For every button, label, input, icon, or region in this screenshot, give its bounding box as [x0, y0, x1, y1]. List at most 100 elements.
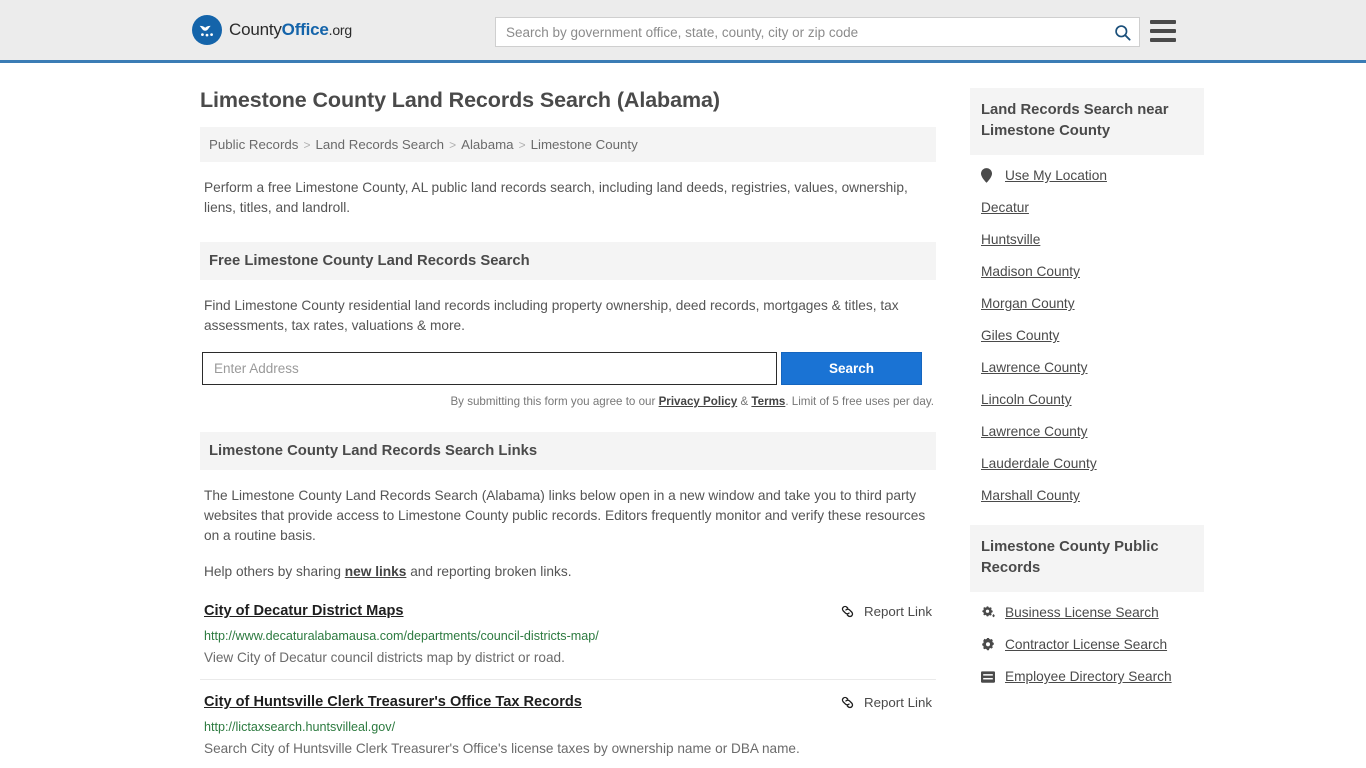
note-amp: &	[737, 395, 752, 408]
form-legal-note: By submitting this form you agree to our…	[200, 395, 936, 408]
sidebar-link-label[interactable]: Lincoln County	[981, 392, 1072, 407]
breadcrumb-item-alabama[interactable]: Alabama	[461, 137, 513, 152]
breadcrumb: Public Records > Land Records Search > Alaba…	[200, 127, 936, 162]
sidebar-item-lawrence-county-2[interactable]: Lawrence County	[981, 411, 1193, 443]
link-row: City of Decatur District Maps Report Lin…	[204, 602, 932, 621]
sidebar-item-decatur[interactable]: Decatur	[981, 187, 1193, 219]
terms-link[interactable]: Terms	[751, 395, 785, 408]
list-item: City of Huntsville Clerk Treasurer's Off…	[200, 679, 936, 768]
address-input[interactable]	[202, 352, 777, 385]
site-header: CountyOffice.org	[0, 0, 1366, 63]
eagle-shield-icon	[192, 15, 222, 45]
address-search-form: Search	[200, 352, 936, 385]
search-input[interactable]	[496, 18, 1105, 46]
new-links-link[interactable]: new links	[345, 564, 407, 579]
main-content-column: Limestone County Land Records Search (Al…	[200, 63, 936, 768]
note-prefix: By submitting this form you agree to our	[450, 395, 659, 408]
hamburger-menu-icon[interactable]	[1150, 20, 1176, 42]
free-search-description-wrap: Find Limestone County residential land r…	[200, 296, 936, 336]
sidebar-link-label[interactable]: Huntsville	[981, 232, 1040, 247]
resource-link-title[interactable]: City of Decatur District Maps	[204, 602, 404, 621]
sidebar-item-use-my-location[interactable]: Use My Location	[981, 155, 1193, 187]
logo-word-county: County	[229, 20, 282, 39]
sidebar-item-lincoln-county[interactable]: Lincoln County	[981, 379, 1193, 411]
sidebar-item-giles-county[interactable]: Giles County	[981, 315, 1193, 347]
page-body: Limestone County Land Records Search (Al…	[0, 63, 1366, 768]
links-section-paragraph: The Limestone County Land Records Search…	[204, 488, 926, 543]
logo-word-office: Office	[281, 20, 329, 39]
resource-link-description: View City of Decatur council districts m…	[204, 650, 565, 665]
broken-link-icon	[841, 696, 854, 709]
sidebar-link-label[interactable]: Lawrence County	[981, 360, 1088, 375]
hamburger-bar	[1150, 38, 1176, 42]
links-section-help: Help others by sharing new links and rep…	[204, 562, 932, 582]
link-row: City of Huntsville Clerk Treasurer's Off…	[204, 693, 932, 712]
sidebar-nearby-heading: Land Records Search near Limestone Count…	[970, 88, 1204, 155]
help-suffix: and reporting broken links.	[406, 564, 572, 579]
sidebar-nearby-list: Use My Location Decatur Huntsville Madis…	[970, 155, 1204, 507]
sidebar-public-records-list: Business License Search Contractor Licen…	[970, 592, 1204, 688]
sidebar-item-lauderdale-county[interactable]: Lauderdale County	[981, 443, 1193, 475]
site-logo[interactable]: CountyOffice.org	[192, 15, 352, 45]
broken-link-icon	[841, 605, 854, 618]
breadcrumb-separator: >	[449, 138, 457, 152]
report-link-label: Report Link	[864, 604, 932, 619]
logo-word-org: .org	[328, 22, 353, 38]
sidebar-link-label[interactable]: Use My Location	[1005, 168, 1107, 183]
sidebar-item-contractor-license-search[interactable]: Contractor License Search	[981, 624, 1193, 656]
note-suffix: . Limit of 5 free uses per day.	[785, 395, 934, 408]
resource-link-list: City of Decatur District Maps Report Lin…	[200, 592, 936, 768]
gear-icon	[981, 637, 996, 652]
site-logo-text: CountyOffice.org	[229, 20, 352, 40]
sidebar-item-business-license-search[interactable]: Business License Search	[981, 592, 1193, 624]
links-section-intro: The Limestone County Land Records Search…	[200, 486, 936, 582]
sidebar-link-label[interactable]: Employee Directory Search	[1005, 669, 1172, 684]
sidebar-public-records-heading: Limestone County Public Records	[970, 525, 1204, 592]
report-link-button[interactable]: Report Link	[839, 602, 932, 620]
sidebar-link-label[interactable]: Business License Search	[1005, 605, 1159, 620]
sidebar-item-huntsville[interactable]: Huntsville	[981, 219, 1193, 251]
sidebar-item-morgan-county[interactable]: Morgan County	[981, 283, 1193, 315]
address-search-button[interactable]: Search	[781, 352, 922, 385]
resource-link-url[interactable]: http://lictaxsearch.huntsvilleal.gov/	[204, 719, 932, 735]
breadcrumb-item-public-records[interactable]: Public Records	[209, 137, 298, 152]
page-intro-text: Perform a free Limestone County, AL publ…	[204, 180, 908, 215]
search-icon	[1114, 24, 1131, 41]
page-title: Limestone County Land Records Search (Al…	[200, 88, 720, 112]
sidebar-link-label[interactable]: Decatur	[981, 200, 1029, 215]
breadcrumb-separator: >	[518, 138, 526, 152]
sidebar-item-lawrence-county[interactable]: Lawrence County	[981, 347, 1193, 379]
map-pin-icon	[981, 168, 996, 183]
report-link-label: Report Link	[864, 695, 932, 710]
hamburger-bar	[1150, 29, 1176, 33]
sidebar-item-employee-directory-search[interactable]: Employee Directory Search	[981, 656, 1193, 688]
resource-link-description: Search City of Huntsville Clerk Treasure…	[204, 741, 800, 756]
sidebar-link-label[interactable]: Lawrence County	[981, 424, 1088, 439]
hamburger-bar	[1150, 20, 1176, 24]
breadcrumb-item-land-records-search[interactable]: Land Records Search	[315, 137, 444, 152]
breadcrumb-separator: >	[303, 138, 311, 152]
free-search-description: Find Limestone County residential land r…	[204, 298, 899, 333]
sidebar-link-label[interactable]: Giles County	[981, 328, 1059, 343]
search-submit-button[interactable]	[1105, 18, 1139, 46]
links-section-heading: Limestone County Land Records Search Lin…	[200, 432, 936, 470]
sidebar: Land Records Search near Limestone Count…	[970, 63, 1204, 768]
sidebar-item-marshall-county[interactable]: Marshall County	[981, 475, 1193, 507]
privacy-policy-link[interactable]: Privacy Policy	[659, 395, 738, 408]
free-search-heading: Free Limestone County Land Records Searc…	[200, 242, 936, 280]
sidebar-link-label[interactable]: Madison County	[981, 264, 1080, 279]
report-link-button[interactable]: Report Link	[839, 693, 932, 711]
sidebar-link-label[interactable]: Morgan County	[981, 296, 1075, 311]
cogs-icon	[981, 605, 996, 620]
resource-link-url[interactable]: http://www.decaturalabamausa.com/departm…	[204, 628, 932, 644]
help-prefix: Help others by sharing	[204, 564, 345, 579]
sidebar-link-label[interactable]: Marshall County	[981, 488, 1080, 503]
sidebar-link-label[interactable]: Lauderdale County	[981, 456, 1097, 471]
resource-link-title[interactable]: City of Huntsville Clerk Treasurer's Off…	[204, 693, 582, 712]
global-search-bar[interactable]	[495, 17, 1140, 47]
breadcrumb-item-limestone-county[interactable]: Limestone County	[531, 137, 638, 152]
list-item: City of Decatur District Maps Report Lin…	[200, 592, 936, 679]
sidebar-link-label[interactable]: Contractor License Search	[1005, 637, 1167, 652]
sidebar-item-madison-county[interactable]: Madison County	[981, 251, 1193, 283]
list-icon	[981, 670, 996, 683]
